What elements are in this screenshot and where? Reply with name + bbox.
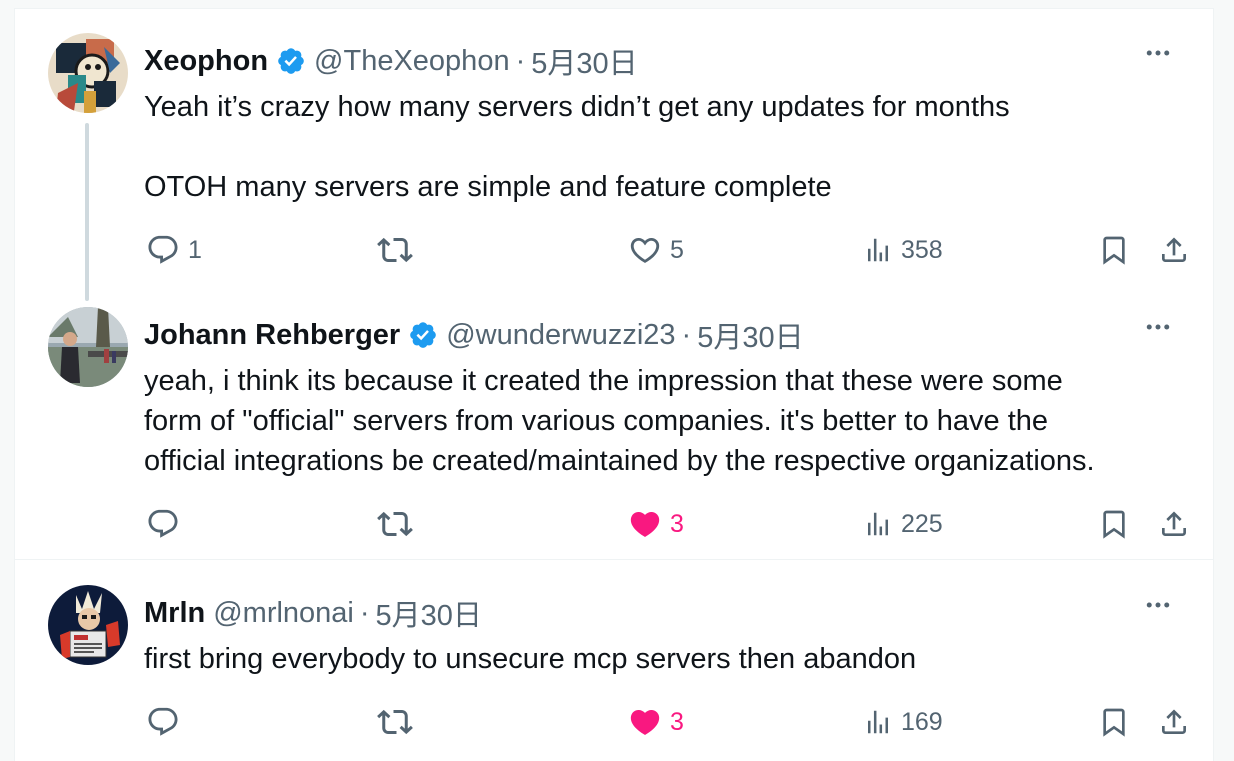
avatar-johann-rehberger[interactable]: [48, 307, 128, 387]
separator-dot: ·: [359, 596, 370, 629]
views-count: 169: [901, 707, 943, 736]
avatar-xeophon[interactable]: [48, 33, 128, 113]
share-icon: [1158, 706, 1190, 738]
author-handle[interactable]: @wunderwuzzi23: [446, 319, 675, 352]
tweet-text-line: OTOH many servers are simple and feature…: [144, 171, 832, 203]
bookmark-icon: [1098, 706, 1130, 738]
retweet-button[interactable]: [377, 232, 413, 268]
retweet-icon: [377, 704, 413, 740]
reply-icon: [146, 233, 180, 267]
heart-icon: [628, 705, 662, 739]
tweet-date[interactable]: 5月30日: [531, 40, 637, 82]
tweet-text-line: yeah, i think its because it created the…: [144, 365, 1063, 397]
author-name[interactable]: Johann Rehberger: [144, 319, 400, 352]
avatar-mrln[interactable]: [48, 585, 128, 665]
reply-count: 1: [188, 235, 202, 264]
share-button[interactable]: [1158, 704, 1190, 740]
reply-icon: [146, 507, 180, 541]
author-name[interactable]: Xeophon: [144, 45, 268, 78]
tweet-header: Mrln @mrlnonai · 5月30日: [144, 593, 482, 633]
more-options-button[interactable]: [1141, 310, 1175, 344]
tweet-text-line: form of "official" servers from various …: [144, 405, 1049, 437]
more-options-button[interactable]: [1141, 36, 1175, 70]
views-button[interactable]: 169: [863, 704, 943, 740]
bookmark-icon: [1098, 234, 1130, 266]
reply-icon: [146, 705, 180, 739]
views-icon: [863, 235, 893, 265]
author-handle[interactable]: @TheXeophon: [314, 45, 510, 78]
tweet-text-line: Yeah it’s crazy how many servers didn’t …: [144, 91, 1010, 123]
like-count: 3: [670, 509, 684, 538]
bookmark-button[interactable]: [1098, 506, 1130, 542]
heart-icon: [628, 507, 662, 541]
tweet-thread: Xeophon @TheXeophon · 5月30日 Yeah it’s cr…: [14, 8, 1214, 761]
tweet-text: yeah, i think its because it created the…: [144, 361, 1194, 481]
share-button[interactable]: [1158, 232, 1190, 268]
views-count: 358: [901, 235, 943, 264]
separator-dot: ·: [515, 44, 526, 77]
bookmark-button[interactable]: [1098, 232, 1130, 268]
like-button[interactable]: 5: [628, 232, 684, 268]
tweet-header: Xeophon @TheXeophon · 5月30日: [144, 41, 638, 81]
tweet-divider: [15, 559, 1213, 560]
like-button[interactable]: 3: [628, 704, 684, 740]
share-icon: [1158, 508, 1190, 540]
views-count: 225: [901, 509, 943, 538]
more-icon: [1146, 50, 1170, 56]
bookmark-button[interactable]: [1098, 704, 1130, 740]
retweet-button[interactable]: [377, 704, 413, 740]
tweet-text-line: first bring everybody to unsecure mcp se…: [144, 643, 917, 675]
verified-badge-icon: [408, 320, 438, 350]
views-icon: [863, 707, 893, 737]
tweet-date[interactable]: 5月30日: [697, 314, 803, 356]
thread-connector-line: [85, 123, 89, 301]
retweet-icon: [377, 506, 413, 542]
author-name[interactable]: Mrln: [144, 597, 205, 630]
reply-button[interactable]: [146, 704, 188, 740]
more-icon: [1146, 324, 1170, 330]
like-count: 3: [670, 707, 684, 736]
share-button[interactable]: [1158, 506, 1190, 542]
views-icon: [863, 509, 893, 539]
tweet-text: first bring everybody to unsecure mcp se…: [144, 639, 1194, 679]
separator-dot: ·: [681, 318, 692, 351]
more-icon: [1146, 602, 1170, 608]
tweet-text: Yeah it’s crazy how many servers didn’t …: [144, 87, 1194, 207]
bookmark-icon: [1098, 508, 1130, 540]
author-handle[interactable]: @mrlnonai: [213, 597, 354, 630]
tweet-text-line: official integrations be created/maintai…: [144, 445, 1095, 477]
retweet-button[interactable]: [377, 506, 413, 542]
retweet-icon: [377, 232, 413, 268]
heart-icon: [628, 233, 662, 267]
reply-button[interactable]: [146, 506, 188, 542]
like-button[interactable]: 3: [628, 506, 684, 542]
views-button[interactable]: 225: [863, 506, 943, 542]
tweet-header: Johann Rehberger @wunderwuzzi23 · 5月30日: [144, 315, 804, 355]
more-options-button[interactable]: [1141, 588, 1175, 622]
share-icon: [1158, 234, 1190, 266]
views-button[interactable]: 358: [863, 232, 943, 268]
verified-badge-icon: [276, 46, 306, 76]
reply-button[interactable]: 1: [146, 232, 202, 268]
like-count: 5: [670, 235, 684, 264]
tweet-date[interactable]: 5月30日: [376, 592, 482, 634]
